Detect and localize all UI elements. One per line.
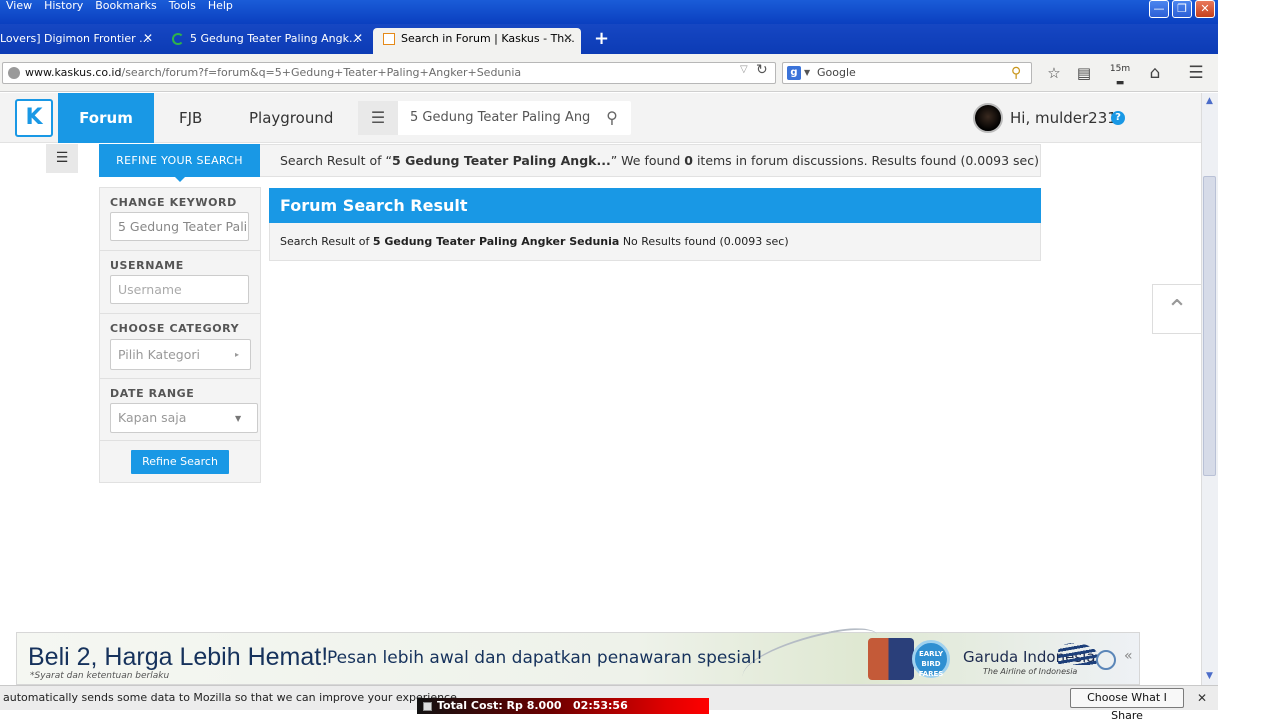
username-input[interactable]: Username [110, 275, 249, 304]
tab-search-forum[interactable]: Search in Forum | Kaskus - Th... [373, 28, 581, 54]
bookmark-star-icon[interactable]: ☆ [1043, 62, 1065, 84]
category-select[interactable]: Pilih Kategori ▸ [110, 339, 251, 370]
globe-icon [8, 67, 20, 79]
change-keyword-label: CHANGE KEYWORD [110, 196, 237, 209]
user-greeting[interactable]: Hi, mulder231 [1010, 93, 1117, 143]
scroll-down-arrow-icon[interactable]: ▼ [1203, 669, 1216, 683]
divider [100, 440, 260, 441]
tab-close-icon[interactable]: ✕ [563, 31, 573, 45]
ad-subheadline: Pesan lebih awal dan dapatkan penawaran … [327, 648, 763, 668]
address-bar[interactable]: www.kaskus.co.id/search/forum?f=forum&q=… [2, 62, 776, 84]
downloads-icon[interactable]: 15m ▬ [1109, 62, 1131, 88]
hamburger-menu-icon[interactable]: ☰ [1185, 62, 1207, 84]
nav-fjb[interactable]: FJB [179, 93, 202, 143]
notification-close-icon[interactable]: ✕ [1195, 688, 1209, 708]
bookmarks-list-icon[interactable]: ▤ [1073, 62, 1095, 84]
choose-category-label: CHOOSE CATEGORY [110, 322, 240, 335]
result-summary-text: Search Result of “5 Gedung Teater Paling… [280, 153, 1039, 168]
forum-search-result-title: Forum Search Result [269, 188, 1041, 223]
chevron-right-icon: ▸ [235, 350, 240, 359]
notification-text: automatically sends some data to Mozilla… [3, 691, 461, 704]
back-to-top-button[interactable]: ⌃ [1152, 284, 1202, 334]
chevron-down-icon: ▼ [804, 68, 811, 77]
desktop-background [1218, 0, 1280, 720]
scroll-up-arrow-icon[interactable]: ▲ [1203, 94, 1216, 108]
search-icon[interactable]: ⚲ [600, 101, 624, 135]
early-bird-badge: EARLY BIRD FARES [912, 640, 950, 678]
home-icon[interactable]: ⌂ [1144, 62, 1166, 84]
tab-title: 5 Gedung Teater Paling Angk... [190, 32, 360, 45]
close-window-button[interactable]: ✕ [1195, 0, 1215, 18]
ad-tagline: The Airline of Indonesia [983, 667, 1078, 676]
ad-headline: Beli 2, Harga Lebih Hemat! [28, 643, 329, 671]
divider [100, 378, 260, 379]
menu-history[interactable]: History [38, 0, 89, 14]
tab-title: Lovers] Digimon Frontier ... [0, 32, 150, 45]
cost-time: 02:53:56 [573, 699, 628, 712]
ad-collapse-button[interactable]: « [1124, 648, 1133, 664]
luggage-illustration [868, 638, 914, 680]
tab-close-icon[interactable]: ✕ [143, 31, 153, 45]
refine-search-tab[interactable]: REFINE YOUR SEARCH [99, 144, 260, 177]
loading-spinner-icon [172, 33, 184, 45]
keyword-input[interactable]: 5 Gedung Teater Pali [110, 212, 249, 241]
url-domain: www.kaskus.co.id [25, 66, 122, 79]
nav-forum[interactable]: Forum [58, 93, 154, 143]
ad-emblem-icon [1096, 650, 1116, 670]
menu-tools[interactable]: Tools [163, 0, 202, 14]
choose-what-i-share-button[interactable]: Choose What I Share [1070, 688, 1184, 722]
summary-count: 0 [684, 153, 693, 168]
new-tab-button[interactable]: + [594, 28, 609, 49]
menu-bar: View History Bookmarks Tools Help [0, 0, 239, 14]
url-path: /search/forum?f=forum&q=5+Gedung+Teater+… [121, 66, 522, 79]
date-range-label: DATE RANGE [110, 387, 195, 400]
menu-help[interactable]: Help [202, 0, 239, 14]
tab-close-icon[interactable]: ✕ [353, 31, 363, 45]
tab-title: Search in Forum | Kaskus - Th... [401, 32, 575, 45]
kaskus-logo[interactable]: K [15, 99, 53, 137]
avatar[interactable] [973, 103, 1003, 133]
refine-search-button[interactable]: Refine Search [131, 450, 229, 474]
username-label: USERNAME [110, 259, 184, 272]
site-search-input[interactable]: 5 Gedung Teater Paling Angker [410, 101, 590, 135]
tab-gedung-teater[interactable]: 5 Gedung Teater Paling Angk... [172, 28, 362, 54]
nav-playground[interactable]: Playground [249, 93, 333, 143]
result-keyword: 5 Gedung Teater Paling Angker Sedunia [372, 235, 620, 248]
help-icon[interactable]: ? [1111, 111, 1125, 125]
cost-overlay: Total Cost: Rp 8.000 02:53:56 [417, 698, 709, 714]
cost-label: Total Cost: Rp 8.000 [437, 699, 562, 712]
list-menu-icon[interactable]: ☰ [358, 101, 398, 135]
search-result-message: Search Result of 5 Gedung Teater Paling … [269, 223, 1041, 261]
minimize-button[interactable]: — [1149, 0, 1169, 18]
menu-bookmarks[interactable]: Bookmarks [89, 0, 162, 14]
reload-icon[interactable]: ↻ [756, 62, 768, 78]
refine-caret-icon [174, 176, 186, 182]
divider [100, 313, 260, 314]
divider [100, 250, 260, 251]
summary-keyword: 5 Gedung Teater Paling Angk... [392, 153, 611, 168]
scrollbar-thumb[interactable] [1203, 176, 1216, 476]
google-icon: g [787, 66, 801, 80]
kaskus-favicon-icon [383, 33, 395, 45]
browser-search-box[interactable]: g ▼ Google ⚲ [782, 62, 1032, 84]
search-engine-name: Google [817, 66, 856, 79]
url-dropdown-icon[interactable]: ▽ [740, 64, 748, 75]
maximize-button[interactable]: ❐ [1172, 0, 1192, 18]
list-view-icon[interactable]: ☰ [46, 144, 78, 173]
date-range-select[interactable]: Kapan saja ▼ [110, 403, 258, 433]
cost-checkbox-icon [423, 702, 432, 711]
tab-digimon[interactable]: Lovers] Digimon Frontier ... [0, 28, 165, 54]
chevron-down-icon: ▼ [235, 414, 242, 423]
search-icon[interactable]: ⚲ [1011, 63, 1021, 83]
ad-terms: *Syarat dan ketentuan berlaku [30, 671, 170, 681]
menu-view[interactable]: View [0, 0, 38, 14]
